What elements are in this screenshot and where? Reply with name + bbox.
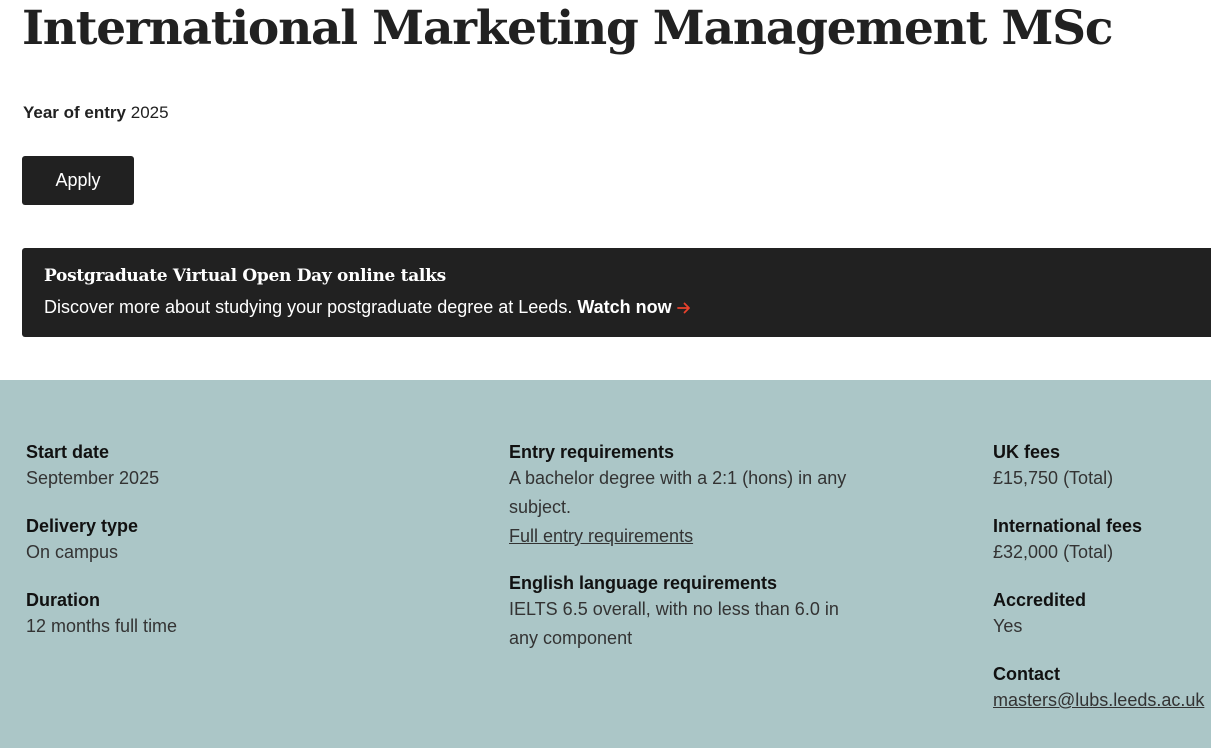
fact-label: International fees — [993, 516, 1143, 536]
year-of-entry-value: 2025 — [130, 103, 169, 122]
fact-label: English language requirements — [509, 573, 778, 593]
fact-entry-requirements: Entry requirements A bachelor degree wit… — [509, 440, 849, 550]
key-facts-column-1: Start date September 2025 Delivery type … — [26, 440, 446, 662]
fact-label: Start date — [26, 442, 110, 462]
full-entry-requirements-link[interactable]: Full entry requirements — [509, 522, 693, 550]
apply-button[interactable]: Apply — [22, 156, 134, 205]
fact-label: Delivery type — [26, 516, 139, 536]
page-title: International Marketing Management MSc — [22, 1, 1114, 56]
fact-value: IELTS 6.5 overall, with no less than 6.0… — [509, 599, 839, 648]
fact-value: September 2025 — [26, 468, 160, 488]
fact-label: UK fees — [993, 442, 1061, 462]
open-day-banner: Postgraduate Virtual Open Day online tal… — [22, 248, 1211, 337]
fact-value: £32,000 (Total) — [993, 542, 1114, 562]
fact-international-fees: International fees £32,000 (Total) — [993, 514, 1211, 567]
fact-value: A bachelor degree with a 2:1 (hons) in a… — [509, 468, 847, 517]
fact-value: £15,750 (Total) — [993, 468, 1114, 488]
year-of-entry: Year of entry 2025 — [23, 102, 169, 124]
fact-contact: Contact masters@lubs.leeds.ac.uk — [993, 662, 1211, 714]
fact-value: On campus — [26, 542, 119, 562]
watch-now-link[interactable]: Watch now — [577, 297, 691, 317]
fact-delivery-type: Delivery type On campus — [26, 514, 446, 567]
fact-value: Yes — [993, 616, 1023, 636]
watch-now-label: Watch now — [577, 297, 672, 317]
banner-description: Discover more about studying your postgr… — [44, 297, 573, 317]
fact-start-date: Start date September 2025 — [26, 440, 446, 493]
key-facts-panel: Start date September 2025 Delivery type … — [0, 380, 1211, 748]
key-facts-column-3: UK fees £15,750 (Total) International fe… — [993, 440, 1211, 735]
fact-label: Accredited — [993, 590, 1087, 610]
fact-english-requirements: English language requirements IELTS 6.5 … — [509, 571, 849, 653]
fact-label: Duration — [26, 590, 100, 610]
fact-label: Entry requirements — [509, 442, 675, 462]
arrow-right-icon — [676, 298, 692, 322]
banner-text-line: Discover more about studying your postgr… — [44, 295, 692, 322]
fact-label: Contact — [993, 664, 1060, 684]
fact-uk-fees: UK fees £15,750 (Total) — [993, 440, 1211, 493]
fact-duration: Duration 12 months full time — [26, 588, 446, 641]
key-facts-column-2: Entry requirements A bachelor degree wit… — [509, 440, 849, 674]
course-page: International Marketing Management MSc Y… — [0, 0, 1211, 748]
year-of-entry-label: Year of entry — [23, 103, 126, 122]
contact-email-link[interactable]: masters@lubs.leeds.ac.uk — [993, 686, 1204, 714]
fact-value: 12 months full time — [26, 616, 178, 636]
fact-accredited: Accredited Yes — [993, 588, 1211, 641]
banner-title: Postgraduate Virtual Open Day online tal… — [44, 266, 446, 286]
